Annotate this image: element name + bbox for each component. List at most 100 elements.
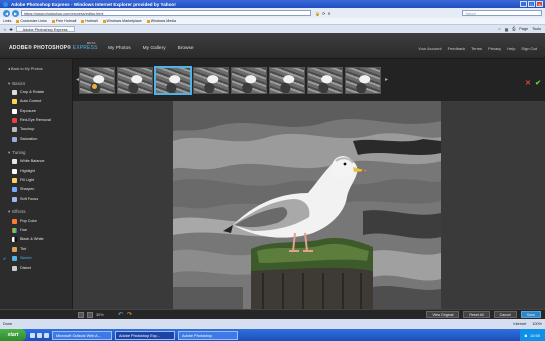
- search-input[interactable]: Yahoo!: [462, 10, 542, 16]
- feeds-icon[interactable]: ▦: [505, 27, 509, 32]
- nav-your-account[interactable]: Your Account: [418, 46, 441, 51]
- back-to-my-photos-link[interactable]: ◂ Back to My Photos: [8, 66, 43, 71]
- cancel-button[interactable]: Cancel: [493, 311, 517, 318]
- link-marketplace[interactable]: Windows Marketplace: [102, 19, 142, 23]
- home-icon[interactable]: ⌂: [498, 27, 500, 32]
- zoom-level[interactable]: 30%: [96, 313, 104, 317]
- lock-icon[interactable]: 🔒: [315, 11, 320, 16]
- tool-soft-focus[interactable]: Soft Focus: [12, 197, 38, 202]
- maximize-icon[interactable]: □: [528, 1, 535, 7]
- nav-my-photos[interactable]: My Photos: [108, 46, 131, 51]
- preview-thumbnail[interactable]: [345, 67, 381, 94]
- white-balance-icon: [12, 159, 17, 164]
- taskbar-item-outlook[interactable]: Microsoft Outlook Web A...: [52, 330, 112, 340]
- nav-help[interactable]: Help: [507, 46, 515, 51]
- tool-hue[interactable]: Hue: [12, 228, 27, 233]
- quick-launch-icon[interactable]: [44, 332, 49, 338]
- favicon-icon: [146, 19, 150, 23]
- cancel-effect-icon[interactable]: ✕: [525, 79, 531, 87]
- preview-thumbnail[interactable]: [269, 67, 305, 94]
- taskbar-item-photoshop[interactable]: Adobe Photoshop: [178, 330, 238, 340]
- address-bar: ◀ ▶ https://www.photoshop.com/express/ed…: [0, 8, 545, 18]
- tool-black-white[interactable]: Black & White: [12, 237, 44, 242]
- nav-terms[interactable]: Terms: [471, 46, 482, 51]
- redo-icon[interactable]: ↷: [127, 311, 132, 318]
- browser-title-bar: Adobe Photoshop Express - Windows Intern…: [0, 0, 545, 8]
- fit-view-icon[interactable]: [78, 312, 84, 318]
- preview-thumbnail[interactable]: [79, 67, 115, 94]
- group-basics[interactable]: Basics: [8, 81, 25, 87]
- tool-auto-correct[interactable]: Auto Correct: [12, 99, 41, 104]
- distort-icon: [12, 266, 17, 271]
- tool-red-eye[interactable]: Red-Eye Removal: [12, 118, 51, 123]
- accept-effect-icon[interactable]: ✔: [535, 79, 541, 87]
- window-title: Adobe Photoshop Express - Windows Intern…: [11, 1, 176, 7]
- touchup-icon: [12, 127, 17, 132]
- url-field[interactable]: https://www.photoshop.com/express/editor…: [21, 10, 311, 16]
- tool-exposure[interactable]: Exposure: [12, 109, 36, 114]
- tool-pop-color[interactable]: Pop Color: [12, 219, 37, 224]
- preview-thumbnail[interactable]: [193, 67, 229, 94]
- tool-touchup[interactable]: Touchup: [12, 127, 34, 132]
- nav-sign-out[interactable]: Sign Out: [521, 46, 537, 51]
- quick-launch-icon[interactable]: [37, 332, 42, 338]
- tool-sharpen[interactable]: Sharpen: [12, 187, 34, 192]
- applied-check-icon: ✔: [3, 256, 7, 261]
- tool-tint[interactable]: Tint: [12, 247, 26, 252]
- tool-fill-light[interactable]: Fill Light: [12, 178, 34, 183]
- tool-white-balance[interactable]: White Balance: [12, 159, 44, 164]
- preview-thumbnail-selected[interactable]: [155, 67, 191, 94]
- link-customize[interactable]: Customize Links: [16, 19, 47, 23]
- tool-distort[interactable]: Distort: [12, 266, 31, 271]
- refresh-icon[interactable]: ⟳: [322, 11, 325, 16]
- preview-thumbnail[interactable]: [231, 67, 267, 94]
- add-favorites-icon[interactable]: ✚: [9, 27, 12, 32]
- forward-icon[interactable]: ▶: [12, 9, 19, 17]
- preview-thumbnail[interactable]: [307, 67, 343, 94]
- scroll-right-icon[interactable]: ▸: [385, 76, 388, 83]
- stop-icon[interactable]: ✕: [327, 11, 330, 16]
- link-hotmail[interactable]: Hotmail: [81, 19, 98, 23]
- reset-all-button[interactable]: Reset All: [463, 311, 490, 318]
- favicon-icon: [51, 19, 55, 23]
- favorites-star-icon[interactable]: ☆: [3, 27, 6, 32]
- tool-crop-rotate[interactable]: Crop & Rotate: [12, 90, 44, 95]
- back-icon[interactable]: ◀: [3, 9, 10, 17]
- nav-browse[interactable]: Browse: [178, 46, 194, 51]
- page-zoom[interactable]: 100%: [532, 322, 542, 326]
- red-eye-icon: [12, 118, 17, 123]
- tool-sketch[interactable]: Sketch: [12, 256, 32, 261]
- taskbar-item-photoshop-express[interactable]: Adobe Photoshop Exp...: [115, 330, 175, 340]
- group-effects[interactable]: Effects: [8, 209, 25, 215]
- view-original-button[interactable]: View Original: [426, 311, 460, 318]
- preview-thumbnail[interactable]: [117, 67, 153, 94]
- page-menu[interactable]: Page: [519, 27, 528, 32]
- tool-highlight[interactable]: Highlight: [12, 169, 35, 174]
- nav-my-gallery[interactable]: My Gallery: [143, 46, 166, 51]
- quick-launch: [30, 332, 49, 338]
- account-nav: Your Account Feedback Terms Privacy Help…: [418, 46, 537, 51]
- links-bar: Links Customize Links Free Hotmail Hotma…: [0, 18, 545, 25]
- seagull-photo[interactable]: [173, 101, 441, 309]
- tray-icon[interactable]: ◙: [525, 333, 527, 338]
- start-button[interactable]: start: [0, 329, 26, 341]
- link-free-hotmail[interactable]: Free Hotmail: [51, 19, 76, 23]
- actual-size-icon[interactable]: [87, 312, 93, 318]
- tool-saturation[interactable]: Saturation: [12, 137, 37, 142]
- group-tuning[interactable]: Tuning: [8, 150, 25, 156]
- fill-light-icon: [12, 178, 17, 183]
- print-icon[interactable]: ⎙: [512, 27, 515, 32]
- editor-canvas: [73, 101, 545, 309]
- minimize-icon[interactable]: _: [520, 1, 527, 7]
- save-button[interactable]: Save: [520, 311, 541, 318]
- nav-feedback[interactable]: Feedback: [448, 46, 466, 51]
- tab-photoshop-express[interactable]: Adobe Photoshop Express: [15, 26, 75, 32]
- nav-privacy[interactable]: Privacy: [488, 46, 501, 51]
- tools-menu[interactable]: Tools: [532, 27, 541, 32]
- close-icon[interactable]: ×: [536, 1, 543, 7]
- quick-launch-icon[interactable]: [30, 332, 35, 338]
- undo-icon[interactable]: ↶: [118, 311, 123, 318]
- photo-artwork: [173, 101, 441, 309]
- link-media[interactable]: Windows Media: [146, 19, 176, 23]
- saturation-icon: [12, 137, 17, 142]
